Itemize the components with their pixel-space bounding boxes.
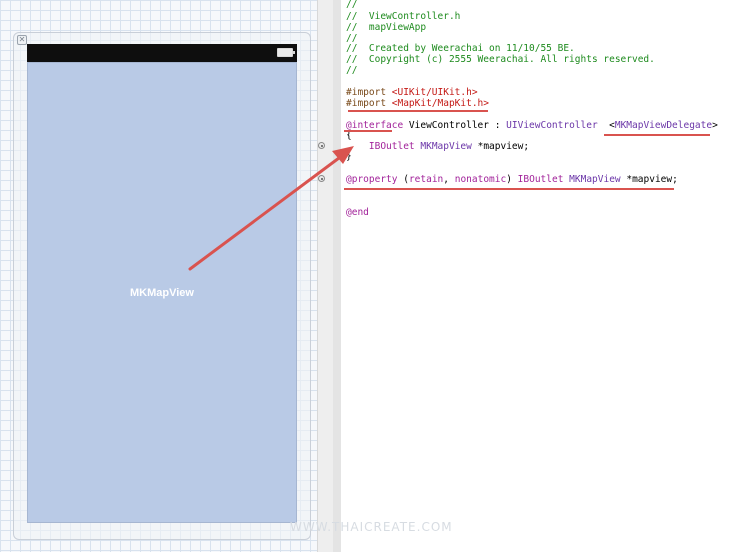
status-bar xyxy=(27,44,297,62)
import-path: <UIKit/UIKit.h> xyxy=(391,87,478,98)
ivar-name: *mapview; xyxy=(471,141,530,152)
map-view[interactable]: MKMapView xyxy=(27,62,297,523)
comment-line: // mapViewApp xyxy=(346,22,427,33)
comment-line: // xyxy=(346,0,358,10)
protocol-close: > xyxy=(712,120,718,131)
protocol-open: < xyxy=(597,120,615,131)
ivar-type: MKMapView xyxy=(420,141,472,152)
property-attr-retain: retain xyxy=(408,174,444,185)
interface-class: ViewController : xyxy=(403,120,507,131)
outlet-connector-icon[interactable] xyxy=(318,175,325,182)
annotation-underline-import xyxy=(348,110,488,112)
property-type: MKMapView xyxy=(569,174,621,185)
editor-gutter-strip xyxy=(333,0,341,552)
annotation-underline-protocol xyxy=(604,134,710,136)
outlet-keyword: IBOutlet xyxy=(517,174,564,185)
property-paren-open: ( xyxy=(397,174,409,185)
annotation-underline-interface xyxy=(344,130,392,132)
import-directive: #import xyxy=(346,98,392,109)
import-uikit-line: #import <UIKit/UIKit.h> xyxy=(346,87,478,98)
comment-line: // Copyright (c) 2555 Weerachai. All rig… xyxy=(346,54,655,65)
import-path: <MapKit/MapKit.h> xyxy=(391,98,489,109)
property-keyword: @property xyxy=(346,174,398,185)
code-editor[interactable]: // // ViewController.h // mapViewApp // … xyxy=(344,0,730,552)
import-mapkit-line: #import <MapKit/MapKit.h> xyxy=(346,98,489,109)
property-comma: , xyxy=(443,174,455,185)
comment-line: // ViewController.h xyxy=(346,11,461,22)
end-keyword: @end xyxy=(346,207,369,218)
outlet-connector-icon[interactable] xyxy=(318,142,325,149)
brace-close-line: } xyxy=(346,151,352,162)
superclass-name: UIViewController xyxy=(506,120,598,131)
property-name: *mapview; xyxy=(620,174,678,185)
comment-line: // xyxy=(346,65,358,76)
battery-icon xyxy=(277,48,295,57)
property-paren-close: ) xyxy=(506,174,518,185)
interface-line: @interface ViewController : UIViewContro… xyxy=(346,120,718,131)
annotation-underline-property xyxy=(344,188,674,190)
comment-line: // Created by Weerachai on 11/10/55 BE. xyxy=(346,43,575,54)
ivar-line: IBOutlet MKMapView *mapview; xyxy=(346,141,529,152)
protocol-name: MKMapViewDelegate xyxy=(614,120,713,131)
property-line: @property (retain, nonatomic) IBOutlet M… xyxy=(346,174,678,185)
outlet-keyword: IBOutlet xyxy=(368,141,415,152)
property-attr-nonatomic: nonatomic xyxy=(454,174,507,185)
import-directive: #import xyxy=(346,87,392,98)
scene-close-icon[interactable]: ✕ xyxy=(17,35,27,45)
watermark: WWW.THAICREATE.COM xyxy=(290,520,453,534)
map-view-label: MKMapView xyxy=(130,287,194,299)
